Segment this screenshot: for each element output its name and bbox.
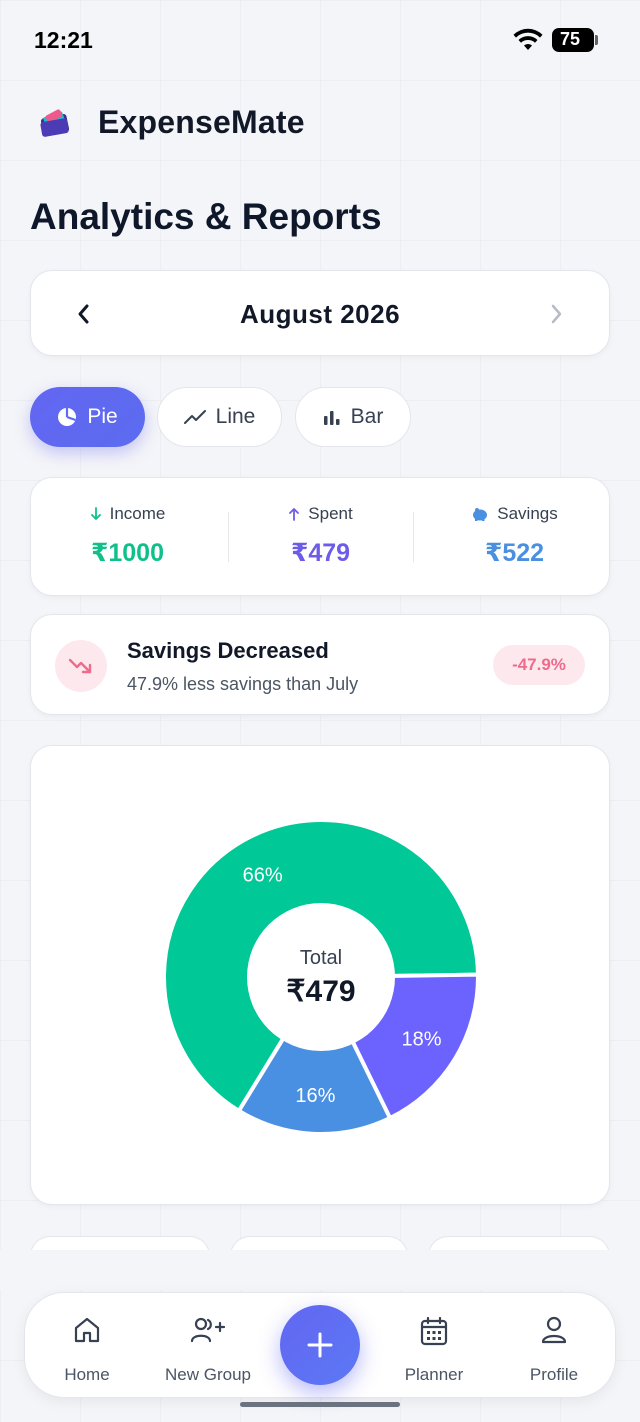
- change-badge: -47.9%: [493, 645, 585, 685]
- chart-center-label: Total: [300, 947, 342, 969]
- income-label: Income: [109, 504, 166, 523]
- arrow-up-icon: [289, 508, 300, 521]
- nav-planner[interactable]: Planner: [374, 1293, 494, 1399]
- line-chart-icon: [183, 410, 206, 424]
- tab-line-label: Line: [215, 405, 256, 428]
- pie-chart-icon: [58, 407, 77, 426]
- spent-summary: Spent ₹479: [224, 478, 417, 597]
- alert-subtitle: 47.9% less savings than July: [127, 674, 359, 694]
- slice-label: 16%: [295, 1085, 335, 1107]
- spent-label: Spent: [308, 504, 353, 523]
- tab-pie-label: Pie: [87, 405, 118, 428]
- piggy-bank-icon: [473, 508, 488, 521]
- slice-label: 18%: [402, 1029, 442, 1051]
- chart-center-value: ₹479: [286, 975, 355, 1008]
- bar-chart-icon: [323, 411, 340, 425]
- scroll-fade: [0, 1250, 640, 1290]
- nav-home-label: Home: [64, 1365, 110, 1384]
- nav-profile-label: Profile: [529, 1365, 579, 1384]
- month-selector: August 2026: [30, 270, 610, 356]
- savings-summary: Savings ₹522: [418, 478, 611, 597]
- chevron-right-icon: [551, 304, 562, 324]
- nav-profile[interactable]: Profile: [494, 1293, 614, 1399]
- page-title: Analytics & Reports: [30, 196, 382, 237]
- month-label: August 2026: [239, 299, 401, 329]
- home-indicator: [240, 1402, 400, 1407]
- home-icon: [74, 1317, 100, 1343]
- battery-level: 75: [559, 29, 581, 49]
- tab-pie[interactable]: Pie: [30, 387, 145, 447]
- summary-card: Income ₹1000 Spent ₹479 Savings ₹522: [30, 477, 610, 596]
- user-icon: [541, 1316, 567, 1344]
- battery-icon: 75: [552, 28, 598, 52]
- chart-card: 66% 18% 16% Total ₹479: [30, 745, 610, 1205]
- status-time: 12:21: [34, 27, 93, 53]
- plus-icon: [307, 1332, 333, 1358]
- tab-bar[interactable]: Bar: [295, 387, 411, 447]
- tab-bar-label: Bar: [350, 405, 384, 428]
- summary-divider: [413, 512, 414, 562]
- wallet-logo-icon: [40, 109, 70, 137]
- donut-chart: 66% 18% 16% Total ₹479: [162, 818, 480, 1136]
- spent-value: ₹479: [290, 539, 351, 567]
- nav-new-group[interactable]: New Group: [148, 1293, 268, 1399]
- wifi-icon: [513, 28, 543, 50]
- calendar-icon: [420, 1316, 448, 1346]
- add-expense-button[interactable]: [280, 1305, 360, 1385]
- next-month-button[interactable]: [539, 297, 573, 331]
- income-value: ₹1000: [90, 539, 164, 567]
- trending-down-icon: [55, 640, 107, 692]
- tab-line[interactable]: Line: [157, 387, 282, 447]
- alert-title: Savings Decreased: [127, 638, 329, 663]
- arrow-down-icon: [90, 507, 101, 520]
- slice-label: 66%: [243, 864, 283, 886]
- savings-alert-card: Savings Decreased 47.9% less savings tha…: [30, 614, 610, 715]
- nav-home[interactable]: Home: [27, 1293, 147, 1399]
- savings-value: ₹522: [484, 539, 545, 567]
- nav-new-group-label: New Group: [165, 1365, 251, 1384]
- nav-planner-label: Planner: [404, 1365, 464, 1384]
- savings-label: Savings: [497, 504, 558, 523]
- add-group-icon: [190, 1317, 226, 1343]
- income-summary: Income ₹1000: [31, 478, 224, 597]
- status-bar: 12:21 75: [0, 0, 640, 80]
- app-title: ExpenseMate: [98, 104, 305, 140]
